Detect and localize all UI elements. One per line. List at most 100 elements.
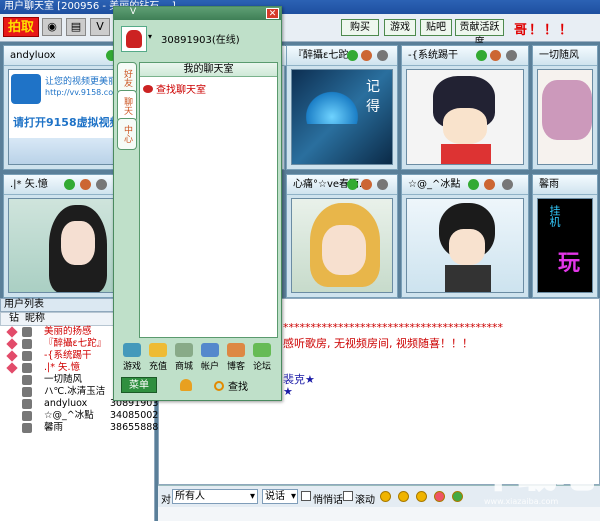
menu-button[interactable]: 菜单 (121, 377, 157, 393)
afk-text: 挂机 (548, 205, 561, 227)
chatroom-panel (139, 62, 278, 338)
chat-line: 感听歌房, 无视频房间, 视频随喜！！！ (283, 337, 473, 350)
bell-icon[interactable] (180, 379, 192, 391)
video-cell[interactable]: 馨雨 挂机 玩 (532, 174, 598, 298)
flower-icon[interactable] (452, 491, 463, 502)
recipient-select[interactable]: 所有人 ▾ (172, 489, 258, 504)
user-name: ハ℃.冰清玉洁 (44, 386, 106, 397)
diamond-icon (6, 338, 18, 350)
diamond-icon (6, 350, 18, 362)
user-id: 38655888 (110, 422, 159, 433)
anime-image (542, 80, 592, 140)
mic-icon (96, 179, 107, 190)
diamond-icon (6, 362, 18, 374)
promo-line3: 请打开9158虚拟视频 (13, 116, 121, 129)
promo-line1: 让您的视频更美丽 (45, 77, 118, 87)
emoji-icon[interactable] (380, 491, 391, 502)
user-name: 『醉攝ε七跎』 (44, 338, 107, 349)
gift-icon (361, 50, 372, 61)
user-name: 一切随风 (44, 374, 83, 385)
chat-line: **************************************** (283, 321, 503, 334)
col-name[interactable]: 昵称 (25, 313, 45, 325)
buy-button[interactable]: 购买 (341, 19, 379, 36)
avatar (22, 423, 32, 433)
forum-icon (253, 343, 271, 357)
chat-line: ★ (283, 385, 293, 398)
watermark-logo: 下载吧 www.xiazaiba.com (479, 450, 595, 507)
panel-user-status: 30891903(在线) (161, 35, 240, 46)
gift-icon (484, 179, 495, 190)
avatar (22, 363, 32, 373)
status-icon (468, 179, 479, 190)
video-cell[interactable]: 『醉攝ε七跎』 记得 (286, 45, 398, 170)
close-icon[interactable]: ✕ (266, 8, 279, 19)
emoji-icon[interactable] (416, 491, 427, 502)
user-row[interactable]: 馨雨 38655888 (0, 422, 158, 434)
game-button[interactable]: 游戏 (120, 343, 144, 372)
gift-icon[interactable] (434, 491, 445, 502)
film-icon[interactable]: ▤ (66, 18, 86, 36)
v-icon[interactable]: V (90, 18, 110, 36)
account-icon (201, 343, 219, 357)
recharge-button[interactable]: 充值 (146, 343, 170, 372)
video-cell-name: -{系统踢干 (408, 50, 458, 61)
forum-button[interactable]: 论坛 (250, 343, 274, 372)
video-cell[interactable]: 一切随风 (532, 45, 598, 170)
avatar (22, 411, 32, 421)
game-icon (123, 343, 141, 357)
to-label: 对 (161, 495, 171, 506)
account-button[interactable]: 帐户 (198, 343, 222, 372)
recharge-icon (149, 343, 167, 357)
col-icon[interactable]: 钻 (9, 313, 19, 325)
avatar[interactable] (121, 26, 147, 52)
camera-icon[interactable]: ◉ (42, 18, 62, 36)
user-row[interactable]: ☆@_^冰點 34085002 (0, 410, 158, 422)
video-cell-name: .|* 矢.憶 (10, 179, 48, 190)
mic-icon (502, 179, 513, 190)
diamond-icon (6, 326, 18, 338)
tieba-button[interactable]: 贴吧 (420, 19, 452, 36)
blog-button[interactable]: 博客 (224, 343, 248, 372)
cart-icon (175, 343, 193, 357)
mic-icon (377, 179, 388, 190)
gift-icon (490, 50, 501, 61)
mic-icon (377, 50, 388, 61)
status-icon (347, 50, 358, 61)
search-button[interactable]: 查找 (214, 378, 248, 393)
mall-button[interactable]: 商城 (172, 343, 196, 372)
video-cell-name: 馨雨 (539, 179, 559, 190)
marquee-text: 哥！！！ (514, 23, 575, 38)
tab-center[interactable]: 中心 (117, 118, 137, 150)
whisper-label: 悄悄话 (313, 495, 343, 506)
avatar-dropdown-icon[interactable]: ▾ (148, 32, 152, 41)
capture-button[interactable]: 拍取 (3, 17, 39, 37)
panel-titlebar[interactable]: V (114, 7, 281, 20)
scroll-checkbox[interactable] (343, 491, 353, 501)
game-button[interactable]: 游戏 (384, 19, 416, 36)
search-icon (214, 381, 224, 391)
gift-icon (361, 179, 372, 190)
user-name: andyluox (44, 398, 88, 409)
play-glyph-icon: 玩 (558, 251, 581, 276)
video-cell-name: andyluox (10, 50, 56, 61)
contribution-button[interactable]: 贡献活跃度 (455, 19, 504, 48)
user-name: .|* 矢.憶 (44, 362, 81, 373)
avatar (22, 399, 32, 409)
user-name: 美丽的扬感 (44, 326, 92, 337)
find-chatroom-link[interactable]: 查找聊天室 (143, 81, 206, 96)
avatar (22, 327, 32, 337)
emoji-icon[interactable] (398, 491, 409, 502)
svg-text:www.xiazaiba.com: www.xiazaiba.com (484, 497, 558, 506)
chatroom-panel-title: 我的聊天室 (140, 63, 277, 77)
status-icon (64, 179, 75, 190)
mode-select[interactable]: 说话 ▾ (262, 489, 298, 504)
video-grid: andyluox 让您的视频更美丽 http://vv.9158.com 请打开… (0, 43, 600, 298)
video-cell[interactable]: ☆@_^冰點 (401, 174, 529, 298)
video-cell[interactable]: -{系统踢干 (401, 45, 529, 170)
video-cell[interactable]: 心痛°☆ve春雨... (286, 174, 398, 298)
avatar (22, 375, 32, 385)
umbrella-image (302, 88, 362, 124)
status-icon (476, 50, 487, 61)
whisper-checkbox[interactable] (301, 491, 311, 501)
user-id: 34085002 (110, 410, 159, 421)
